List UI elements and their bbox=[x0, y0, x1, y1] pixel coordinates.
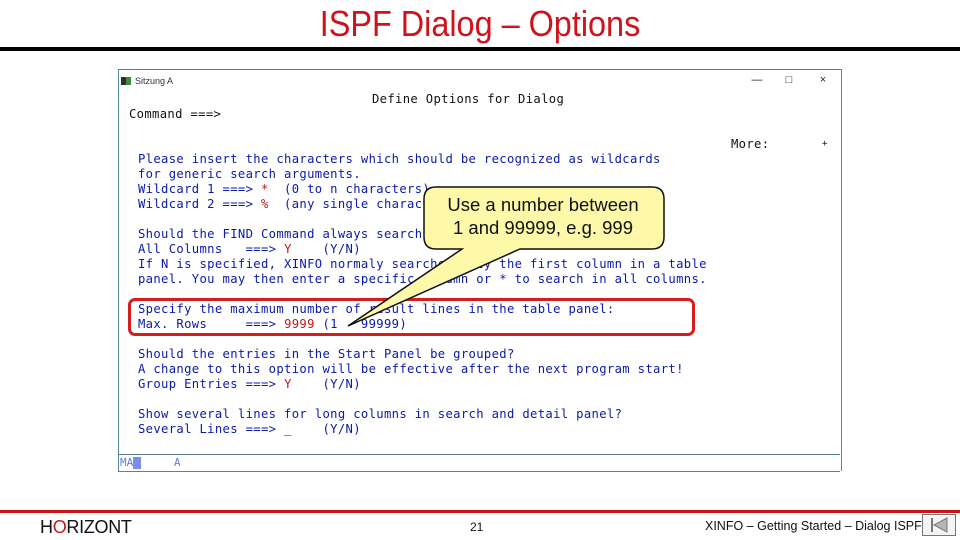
wildcard2-label: Wildcard 2 ===> bbox=[138, 197, 261, 211]
several-lines-hint: (Y/N) bbox=[291, 422, 361, 436]
all-columns-input[interactable]: Y bbox=[284, 242, 292, 256]
title-divider bbox=[0, 47, 960, 51]
wildcard1-input[interactable]: * bbox=[261, 182, 269, 196]
several-lines-label: Several Lines ===> bbox=[138, 422, 285, 436]
wildcard2-row: Wildcard 2 ===> % (any single character) bbox=[138, 197, 453, 212]
wildcard1-hint: (0 to n characters) bbox=[268, 182, 431, 196]
page-number: 21 bbox=[470, 520, 484, 534]
command-label: Command ===> bbox=[129, 107, 222, 121]
maximize-button[interactable]: □ bbox=[781, 73, 797, 87]
status-mode: MA bbox=[120, 456, 142, 469]
group-entries-hint: (Y/N) bbox=[291, 377, 361, 391]
max-rows-highlight-box bbox=[128, 298, 695, 336]
callout-text: Use a number between 1 and 99999, e.g. 9… bbox=[424, 193, 662, 239]
wildcard2-input[interactable]: % bbox=[261, 197, 269, 211]
all-columns-row: All Columns ===> Y (Y/N) bbox=[138, 242, 361, 257]
terminal-app-icon bbox=[121, 77, 132, 85]
find-info-line-1: If N is specified, XINFO normaly searche… bbox=[138, 257, 707, 271]
callout-line-2: 1 and 99999, e.g. 999 bbox=[452, 217, 634, 238]
status-cursor-indicator bbox=[133, 457, 142, 469]
more-indicator: + bbox=[822, 139, 828, 149]
more-label: More: bbox=[731, 137, 770, 151]
panel-header: Define Options for Dialog bbox=[372, 92, 565, 106]
wildcard-intro-line-1: Please insert the characters which shoul… bbox=[138, 152, 661, 166]
several-lines-row: Several Lines ===> _ (Y/N) bbox=[138, 422, 361, 437]
wildcard-intro-line-2: for generic search arguments. bbox=[138, 167, 361, 181]
window-titlebar: Sitzung A bbox=[121, 74, 173, 88]
find-info-line-2: panel. You may then enter a specific col… bbox=[138, 272, 707, 286]
group-entries-label: Group Entries ===> bbox=[138, 377, 285, 391]
wildcard1-row: Wildcard 1 ===> * (0 to n characters) bbox=[138, 182, 430, 197]
footer-text: XINFO – Getting Started – Dialog ISPF bbox=[705, 519, 922, 533]
callout-line-1: Use a number between bbox=[447, 194, 639, 215]
terminal-status-bar: MA A bbox=[118, 454, 840, 472]
horizont-logo: HORIZONT bbox=[40, 517, 132, 537]
group-info: A change to this option will be effectiv… bbox=[138, 362, 684, 376]
all-columns-label: All Columns ===> bbox=[138, 242, 285, 256]
close-button[interactable]: × bbox=[815, 73, 831, 87]
several-lines-question: Show several lines for long columns in s… bbox=[138, 407, 623, 421]
first-page-button[interactable] bbox=[922, 514, 956, 536]
group-entries-input[interactable]: Y bbox=[284, 377, 292, 391]
status-session: A bbox=[174, 456, 181, 469]
footer-divider bbox=[0, 510, 960, 513]
all-columns-hint: (Y/N) bbox=[291, 242, 361, 256]
first-page-icon bbox=[931, 517, 948, 533]
slide-title: ISPF Dialog – Options bbox=[319, 3, 641, 44]
wildcard1-label: Wildcard 1 ===> bbox=[138, 182, 261, 196]
group-entries-row: Group Entries ===> Y (Y/N) bbox=[138, 377, 361, 392]
group-question: Should the entries in the Start Panel be… bbox=[138, 347, 515, 361]
command-input[interactable] bbox=[236, 107, 716, 122]
several-lines-input[interactable]: _ bbox=[284, 422, 292, 436]
minimize-button[interactable]: — bbox=[749, 73, 765, 87]
window-title: Sitzung A bbox=[135, 76, 174, 86]
